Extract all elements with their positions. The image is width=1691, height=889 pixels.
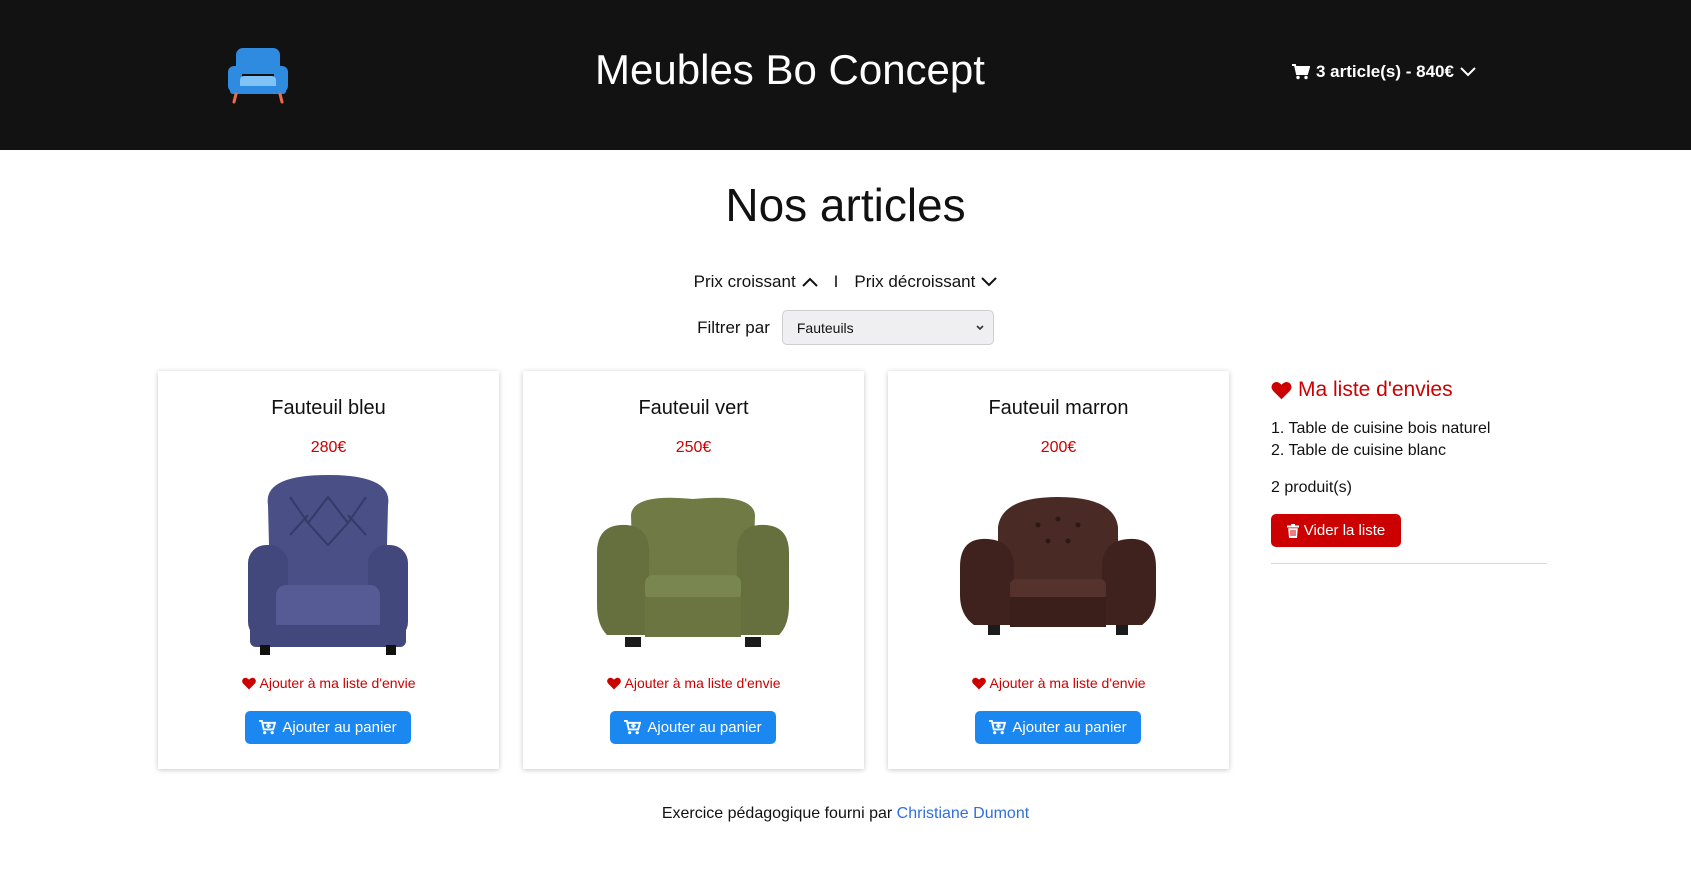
- clear-wishlist-label: Vider la liste: [1303, 522, 1386, 539]
- add-to-wishlist-link[interactable]: Ajouter à ma liste d'envie: [888, 675, 1229, 691]
- product-image-blue-armchair: [248, 475, 408, 655]
- add-to-cart-button[interactable]: Ajouter au panier: [245, 711, 411, 744]
- site-header: Meubles Bo Concept 3 article(s) - 840€: [0, 0, 1691, 150]
- product-name: Fauteuil vert: [638, 397, 749, 419]
- footer-text: Exercice pédagogique fourni par: [661, 805, 893, 822]
- clear-wishlist-button[interactable]: Vider la liste: [1271, 514, 1401, 547]
- wishlist-item: 2. Table de cuisine blanc: [1271, 442, 1446, 459]
- wishlist-title-text: Ma liste d'envies: [1298, 378, 1453, 401]
- product-card: Fauteuil vert 250€ Ajouter à ma liste d'…: [523, 371, 864, 769]
- cart-icon: [1292, 64, 1310, 80]
- chevron-down-icon: [981, 277, 998, 287]
- chevron-down-icon: [976, 325, 984, 331]
- cart-plus-icon: [989, 720, 1007, 735]
- trash-icon: [1286, 523, 1299, 538]
- heart-icon: [606, 677, 621, 689]
- footer: Exercice pédagogique fourni par Christia…: [0, 805, 1691, 823]
- category-filter-select[interactable]: Fauteuils: [781, 310, 994, 345]
- product-card: Fauteuil marron 200€ Ajouter à ma liste …: [888, 371, 1229, 769]
- add-to-cart-button[interactable]: Ajouter au panier: [975, 711, 1141, 744]
- sort-descending-label: Prix décroissant: [854, 272, 976, 291]
- add-to-wishlist-link[interactable]: Ajouter à ma liste d'envie: [158, 675, 499, 691]
- wishlist-title: Ma liste d'envies: [1271, 378, 1547, 402]
- wishlist-panel: Ma liste d'envies 1. Table de cuisine bo…: [1271, 378, 1547, 564]
- product-price: 250€: [675, 439, 712, 456]
- product-image-green-armchair: [597, 497, 789, 647]
- filter-selected-value: Fauteuils: [796, 320, 854, 336]
- cart-summary[interactable]: 3 article(s) - 840€: [1292, 62, 1476, 82]
- wishlist-items: 1. Table de cuisine bois naturel 2. Tabl…: [1271, 418, 1547, 462]
- add-to-wishlist-link[interactable]: Ajouter à ma liste d'envie: [523, 675, 864, 691]
- product-price: 200€: [1040, 439, 1077, 456]
- chevron-down-icon: [1460, 67, 1476, 77]
- sort-price-ascending[interactable]: Prix croissant: [694, 272, 818, 292]
- sort-price-descending[interactable]: Prix décroissant: [854, 272, 998, 292]
- footer-author-link[interactable]: Christiane Dumont: [897, 805, 1030, 822]
- chevron-up-icon: [801, 277, 818, 287]
- add-to-wishlist-label: Ajouter à ma liste d'envie: [989, 675, 1146, 691]
- divider: [1271, 563, 1547, 564]
- add-to-cart-label: Ajouter au panier: [647, 719, 762, 736]
- sort-bar: Prix croissant I Prix décroissant: [0, 272, 1691, 292]
- sort-separator: I: [833, 272, 839, 291]
- wishlist-item: 1. Table de cuisine bois naturel: [1271, 420, 1491, 437]
- page-title: Nos articles: [725, 179, 966, 231]
- cart-plus-icon: [624, 720, 642, 735]
- add-to-wishlist-label: Ajouter à ma liste d'envie: [624, 675, 781, 691]
- product-card: Fauteuil bleu 280€ Ajouter à ma liste d'…: [158, 371, 499, 769]
- heart-icon: [971, 677, 986, 689]
- filter-label: Filtrer par: [697, 317, 770, 337]
- product-price: 280€: [310, 439, 347, 456]
- cart-summary-text: 3 article(s) - 840€: [1316, 62, 1454, 81]
- add-to-cart-label: Ajouter au panier: [1012, 719, 1127, 736]
- heart-icon: [241, 677, 256, 689]
- cart-plus-icon: [259, 720, 277, 735]
- wishlist-count: 2 produit(s): [1271, 479, 1352, 496]
- sort-ascending-label: Prix croissant: [693, 272, 796, 291]
- add-to-cart-button[interactable]: Ajouter au panier: [610, 711, 776, 744]
- add-to-cart-label: Ajouter au panier: [282, 719, 397, 736]
- product-name: Fauteuil bleu: [271, 397, 386, 419]
- product-name: Fauteuil marron: [988, 397, 1129, 419]
- filter-bar: Filtrer par Fauteuils: [0, 310, 1691, 345]
- add-to-wishlist-label: Ajouter à ma liste d'envie: [259, 675, 416, 691]
- product-image-brown-armchair: [960, 497, 1156, 635]
- heart-icon: [1271, 381, 1292, 399]
